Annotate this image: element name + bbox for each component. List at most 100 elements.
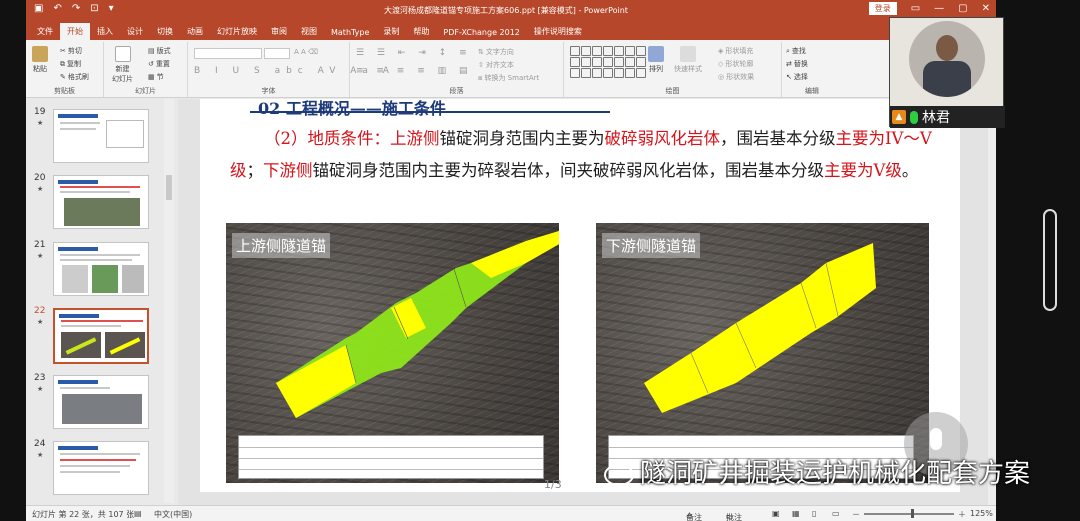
quick-styles-button[interactable]: 快速样式: [674, 46, 702, 74]
ribbon-display-icon[interactable]: ▭: [911, 3, 920, 14]
tab-record[interactable]: 录制: [376, 23, 406, 40]
signin-button[interactable]: 登录: [868, 2, 897, 15]
slide-thumbnail-19[interactable]: [53, 109, 149, 163]
slide-thumbnail-22-selected[interactable]: [53, 308, 149, 364]
upstream-anchor-label: 上游侧隧道锚: [232, 233, 331, 258]
start-presentation-icon[interactable]: ⊡: [90, 3, 98, 14]
shapes-gallery[interactable]: [570, 46, 646, 80]
title-bar: ▣ ↶ ↷ ⊡ ▾ 大渡河杨成都隆道锚专项施工方案606.ppt [兼容模式] …: [26, 0, 996, 20]
tab-review[interactable]: 审阅: [264, 23, 294, 40]
reset-icon: ↺: [148, 60, 154, 68]
tab-home[interactable]: 开始: [60, 23, 90, 40]
shape-effects-button[interactable]: ◎ 形状效果: [718, 72, 754, 82]
fill-icon: ◈: [718, 47, 724, 55]
tab-help[interactable]: 帮助: [406, 23, 436, 40]
align-buttons[interactable]: ≡ ≡ ≡ ≡ ▥ ▤: [356, 66, 472, 76]
tab-animations[interactable]: 动画: [180, 23, 210, 40]
font-size-box[interactable]: [264, 48, 290, 59]
thumb-number: 21: [34, 240, 46, 250]
customize-qat-icon[interactable]: ▾: [109, 3, 114, 14]
microphone-icon: [930, 428, 942, 450]
tab-file[interactable]: 文件: [30, 23, 60, 40]
font-name-box[interactable]: [194, 48, 262, 59]
slide-canvas[interactable]: 02 工程概况——施工条件 （2）地质条件：上游侧锚碇洞身范围内主要为破碎弱风化…: [200, 99, 960, 492]
downstream-anchor-photo[interactable]: 下游侧隧道锚: [596, 223, 929, 483]
slide-thumbnail-24[interactable]: [53, 441, 149, 495]
scissors-icon: ✂: [60, 47, 66, 55]
thumbnails-scroll-thumb[interactable]: [166, 175, 172, 200]
layout-button[interactable]: ▤ 版式: [148, 46, 171, 56]
tab-transitions[interactable]: 切换: [150, 23, 180, 40]
zoom-slider-knob[interactable]: [911, 509, 914, 518]
para-prefix: （2）地质条件：: [264, 129, 390, 148]
brush-icon: ✎: [60, 73, 66, 81]
tab-slideshow[interactable]: 幻灯片放映: [210, 23, 264, 40]
format-painter-button[interactable]: ✎ 格式刷: [60, 72, 89, 82]
align-text-button[interactable]: ⇳ 对齐文本: [478, 60, 514, 70]
tab-insert[interactable]: 插入: [90, 23, 120, 40]
slide-thumbnail-23[interactable]: [53, 375, 149, 429]
reset-button[interactable]: ↺ 重置: [148, 59, 170, 69]
font-size-controls[interactable]: A A ⌫: [294, 48, 318, 56]
effects-icon: ◎: [718, 73, 725, 81]
normal-view-icon[interactable]: ▣: [772, 509, 780, 518]
spellcheck-icon[interactable]: ▤: [134, 509, 142, 518]
drawing-group-label: 绘图: [665, 87, 680, 95]
thumbnails-scrollbar[interactable]: [164, 99, 174, 503]
zoom-level[interactable]: 125%: [970, 509, 993, 518]
group-font: A A ⌫ B I U S abc AV Aa A 字体: [188, 42, 389, 97]
find-button[interactable]: ⌕ 查找: [786, 46, 806, 56]
tab-view[interactable]: 视图: [294, 23, 324, 40]
replace-button[interactable]: ⇄ 替换: [786, 59, 808, 69]
minimize-icon[interactable]: —: [934, 3, 944, 14]
undo-icon[interactable]: ↶: [53, 3, 61, 14]
microphone-icon: [910, 110, 918, 124]
shape-outline-button[interactable]: ◇ 形状轮廓: [718, 59, 753, 69]
animation-star-icon: ★: [37, 119, 44, 127]
tab-mathtype[interactable]: MathType: [324, 25, 376, 40]
tab-pdf-xchange[interactable]: PDF-XChange 2012: [436, 25, 527, 40]
paste-button[interactable]: 粘贴: [32, 46, 48, 74]
restore-icon[interactable]: ▢: [958, 3, 967, 14]
text-direction-button[interactable]: ⇅ 文字方向: [478, 47, 514, 57]
new-slide-button[interactable]: 新建 幻灯片: [112, 46, 133, 84]
slide-body-text: （2）地质条件：上游侧锚碇洞身范围内主要为破碎弱风化岩体，围岩基本分级主要为IV…: [230, 123, 950, 187]
select-button[interactable]: ↖ 选择: [786, 72, 808, 82]
font-group-label: 字体: [261, 87, 276, 95]
video-call-tile[interactable]: ▲ 林君: [889, 17, 1005, 128]
tell-me-search[interactable]: 操作说明搜索: [527, 23, 589, 40]
broken-rock-text: 破碎弱风化岩体: [604, 129, 721, 148]
watermark: 隧洞矿井掘装运护机械化配套方案: [604, 453, 1030, 490]
redo-icon[interactable]: ↷: [72, 3, 80, 14]
tab-design[interactable]: 设计: [120, 23, 150, 40]
cut-button[interactable]: ✂ 剪切: [60, 46, 82, 56]
zoom-out-icon[interactable]: －: [852, 509, 860, 520]
arrange-icon: [648, 46, 664, 62]
group-paragraph: ☰ ☰ ⇤ ⇥ ↕ ≡ ≡ ≡ ≡ ≡ ▥ ▤ ⇅ 文字方向 ⇳ 对齐文本 ⧈ 转换为…: [350, 42, 564, 97]
reading-view-icon[interactable]: ▯: [812, 509, 816, 518]
slideshow-view-icon[interactable]: ▭: [832, 509, 840, 518]
group-slides: 新建 幻灯片 ▤ 版式 ↺ 重置 ▦ 节 幻灯片: [104, 42, 188, 97]
screen-frame: ▣ ↶ ↷ ⊡ ▾ 大渡河杨成都隆道锚专项施工方案606.ppt [兼容模式] …: [0, 0, 1080, 521]
quick-styles-icon: [680, 46, 696, 62]
save-icon[interactable]: ▣: [34, 3, 43, 14]
thumb-number: 22: [34, 306, 46, 316]
slide-thumbnail-20[interactable]: [53, 175, 149, 229]
close-icon[interactable]: ✕: [982, 3, 990, 14]
upstream-anchor-photo[interactable]: 上游侧隧道锚: [226, 223, 559, 483]
zoom-in-icon[interactable]: ＋: [958, 509, 966, 520]
list-buttons[interactable]: ☰ ☰ ⇤ ⇥ ↕ ≡: [356, 48, 472, 58]
zoom-slider[interactable]: [864, 513, 954, 515]
slide-thumbnail-21[interactable]: [53, 242, 149, 296]
copy-button[interactable]: ⧉ 复制: [60, 59, 81, 69]
body-text-3: 锚碇洞身范围内主要为碎裂岩体，间夹破碎弱风化岩体，围岩基本分级: [312, 161, 825, 180]
section-button[interactable]: ▦ 节: [148, 72, 164, 82]
side-pull-handle[interactable]: [1043, 209, 1057, 311]
language-status[interactable]: 中文(中国): [154, 509, 192, 520]
body-text-2: ，围岩基本分级: [720, 129, 836, 148]
slide-sorter-icon[interactable]: ▦: [792, 509, 800, 518]
slide-scrollbar[interactable]: [988, 99, 996, 505]
arrange-button[interactable]: 排列: [648, 46, 664, 74]
convert-smartart-button[interactable]: ⧈ 转换为 SmartArt: [478, 73, 539, 83]
shape-fill-button[interactable]: ◈ 形状填充: [718, 46, 753, 56]
